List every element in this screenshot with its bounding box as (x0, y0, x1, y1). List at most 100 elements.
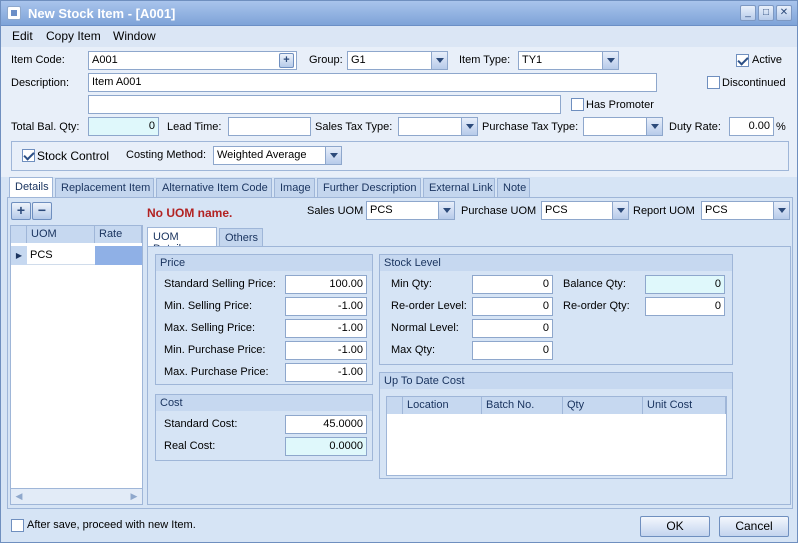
tab-further-description[interactable]: Further Description (317, 178, 421, 197)
item-code-add-icon[interactable]: + (279, 53, 294, 68)
add-uom-icon[interactable]: + (11, 202, 31, 220)
tab-alternative-item-code[interactable]: Alternative Item Code (156, 178, 272, 197)
description-input[interactable]: Item A001 (88, 73, 657, 92)
unit-cost-column-header[interactable]: Unit Cost (643, 397, 726, 414)
costing-method-label: Costing Method: (126, 149, 207, 161)
item-code-value: A001 (92, 54, 118, 66)
active-checkbox[interactable] (736, 54, 749, 67)
sales-uom-select[interactable]: PCS (366, 201, 455, 220)
max-purchase-price-input[interactable]: -1.00 (285, 363, 367, 382)
cost-group-title: Cost (156, 395, 372, 411)
reorder-level-input[interactable]: 0 (472, 297, 553, 316)
reorder-level-value: 0 (542, 300, 549, 312)
stock-control-checkbox[interactable] (22, 149, 35, 162)
lead-time-input[interactable] (228, 117, 311, 136)
chevron-down-icon (773, 202, 789, 219)
standard-cost-label: Standard Cost: (164, 418, 238, 430)
max-qty-value: 0 (542, 344, 549, 356)
ok-button[interactable]: OK (640, 516, 710, 537)
cost-grid-indicator-header (387, 397, 403, 414)
description-value: Item A001 (92, 76, 142, 88)
tab-image[interactable]: Image (274, 178, 315, 197)
sales-tax-type-select[interactable] (398, 117, 478, 136)
description-label: Description: (11, 77, 70, 89)
normal-level-input[interactable]: 0 (472, 319, 553, 338)
min-purchase-price-label: Min. Purchase Price: (164, 344, 266, 356)
uom-grid-scrollbar[interactable]: ◀ ▶ (11, 488, 142, 504)
cancel-button[interactable]: Cancel (719, 516, 789, 537)
item-type-select[interactable]: TY1 (518, 51, 619, 70)
purchase-tax-type-select[interactable] (583, 117, 663, 136)
report-uom-select[interactable]: PCS (701, 201, 790, 220)
real-cost-label: Real Cost: (164, 440, 216, 452)
discontinued-label: Discontinued (722, 77, 786, 89)
costing-method-value: Weighted Average (217, 149, 307, 161)
rate-cell[interactable] (95, 246, 142, 265)
description2-input[interactable] (88, 95, 561, 114)
has-promoter-checkbox[interactable] (571, 98, 584, 111)
report-uom-label: Report UOM (633, 205, 695, 217)
stock-item-window: New Stock Item - [A001] _ □ ✕ Edit Copy … (0, 0, 798, 543)
minimize-icon[interactable]: _ (740, 5, 756, 21)
uom-cell[interactable]: PCS (27, 246, 95, 265)
has-promoter-label: Has Promoter (586, 99, 654, 111)
scroll-left-icon[interactable]: ◀ (12, 490, 26, 503)
tab-replacement-item[interactable]: Replacement Item (55, 178, 154, 197)
max-selling-price-value: -1.00 (337, 322, 363, 334)
standard-cost-input[interactable]: 45.0000 (285, 415, 367, 434)
min-purchase-price-value: -1.00 (337, 344, 363, 356)
location-column-header[interactable]: Location (403, 397, 482, 414)
tab-note[interactable]: Note (497, 178, 530, 197)
menu-copy-item[interactable]: Copy Item (46, 29, 101, 43)
max-selling-price-input[interactable]: -1.00 (285, 319, 367, 338)
chevron-down-icon (461, 118, 477, 135)
reorder-qty-value: 0 (714, 300, 721, 312)
batch-no-column-header[interactable]: Batch No. (482, 397, 563, 414)
menu-edit[interactable]: Edit (12, 29, 33, 43)
discontinued-checkbox[interactable] (707, 76, 720, 89)
balance-qty-label: Balance Qty: (563, 278, 626, 290)
purchase-uom-select[interactable]: PCS (541, 201, 629, 220)
chevron-down-icon (431, 52, 447, 69)
group-select[interactable]: G1 (347, 51, 448, 70)
group-value: G1 (351, 54, 366, 66)
max-qty-input[interactable]: 0 (472, 341, 553, 360)
sales-uom-label: Sales UOM (307, 205, 364, 217)
window-title: New Stock Item - [A001] (28, 6, 176, 21)
up-to-date-cost-title: Up To Date Cost (380, 373, 732, 389)
scroll-right-icon[interactable]: ▶ (127, 490, 141, 503)
std-selling-price-input[interactable]: 100.00 (285, 275, 367, 294)
chevron-down-icon (325, 147, 341, 164)
min-purchase-price-input[interactable]: -1.00 (285, 341, 367, 360)
tab-external-link[interactable]: External Link (423, 178, 495, 197)
sales-uom-value: PCS (370, 204, 393, 216)
qty-column-header[interactable]: Qty (563, 397, 643, 414)
menu-window[interactable]: Window (113, 29, 156, 43)
menu-bar: Edit Copy Item Window (1, 26, 797, 47)
price-group-title: Price (156, 255, 372, 271)
duty-rate-value: 0.00 (748, 120, 770, 132)
item-code-input[interactable]: A001 (88, 51, 297, 70)
uom-warning-text: No UOM name. (147, 206, 233, 220)
tab-details[interactable]: Details (9, 177, 53, 197)
remove-uom-icon[interactable]: − (32, 202, 52, 220)
uom-column-header[interactable]: UOM (27, 226, 95, 243)
uom-grid (10, 225, 143, 505)
min-qty-input[interactable]: 0 (472, 275, 553, 294)
report-uom-value: PCS (705, 204, 728, 216)
maximize-icon[interactable]: □ (758, 5, 774, 21)
subtab-uom-details[interactable]: UOM Details (147, 227, 217, 255)
stock-level-group-title: Stock Level (380, 255, 732, 271)
close-icon[interactable]: ✕ (776, 5, 792, 21)
row-indicator-icon: ▶ (11, 246, 27, 265)
min-selling-price-input[interactable]: -1.00 (285, 297, 367, 316)
subtab-others[interactable]: Others (219, 228, 263, 246)
after-save-checkbox[interactable] (11, 519, 24, 532)
rate-column-header[interactable]: Rate (95, 226, 142, 243)
reorder-qty-input[interactable]: 0 (645, 297, 725, 316)
costing-method-select[interactable]: Weighted Average (213, 146, 342, 165)
normal-level-label: Normal Level: (391, 322, 459, 334)
duty-rate-label: Duty Rate: (669, 121, 721, 133)
duty-rate-input[interactable]: 0.00 (729, 117, 774, 136)
sales-tax-type-label: Sales Tax Type: (315, 121, 393, 133)
